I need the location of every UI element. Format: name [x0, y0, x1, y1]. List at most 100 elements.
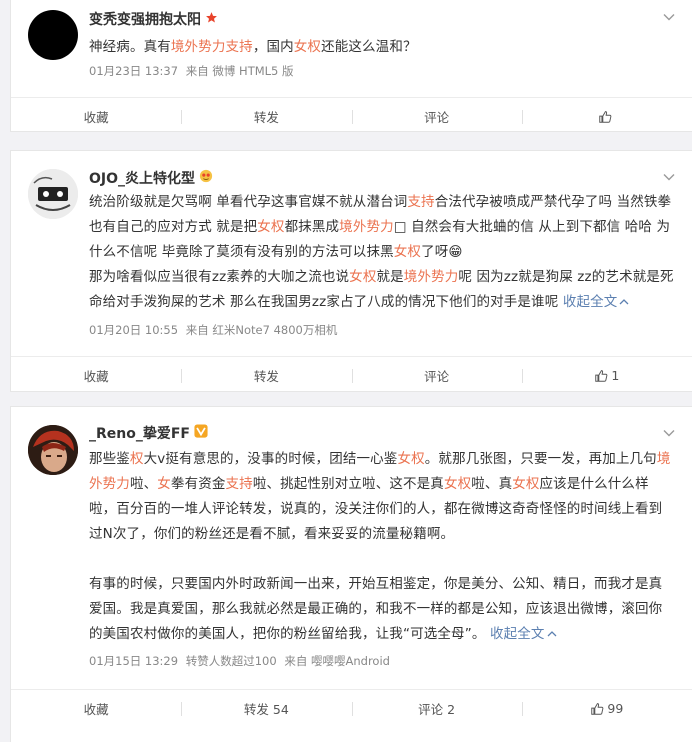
collapse-label: 收起全文 [489, 626, 545, 642]
favorite-button[interactable]: 收藏 [11, 98, 181, 135]
text-segment: ，国内 [252, 39, 294, 55]
favorite-label: 收藏 [83, 369, 109, 384]
comment-label: 评论 [424, 369, 450, 384]
text-segment: 那为啥看似应当很有zz素养的大咖之流也说 [89, 269, 350, 285]
comment-text: 神经病。真有境外势力支持，国内女权还能这么温和？ [89, 35, 675, 60]
highlighted-keyword[interactable]: 女权 [397, 451, 424, 467]
avatar-image [28, 169, 78, 219]
action-bar: 收藏 转发 评论 [11, 97, 692, 135]
thumbs-up-icon [599, 110, 612, 123]
comment-paragraph: 那为啥看似应当很有zz素养的大咖之流也说女权就是境外势力呢 因为zz就是狗屎 z… [89, 265, 675, 315]
highlighted-keyword[interactable]: 女 [157, 476, 171, 492]
avatar[interactable] [28, 10, 78, 60]
action-bar: 收藏 转发 54 评论 2 99 [11, 689, 692, 727]
text-segment: 有事的时候，只要国内外时政新闻一出来，开始互相鉴定，你是美分、公知、精日，而我才… [89, 576, 663, 642]
source-label: 来自 微博 HTML5 版 [185, 64, 294, 78]
like-button[interactable]: 99 [521, 690, 692, 727]
star-icon [205, 11, 218, 28]
highlighted-keyword[interactable]: 女权 [444, 476, 471, 492]
like-button[interactable]: 1 [521, 357, 692, 394]
like-button[interactable] [521, 98, 692, 135]
highlighted-keyword[interactable]: 境外势力支持 [171, 39, 253, 55]
highlighted-keyword[interactable]: 女权 [512, 476, 539, 492]
favorite-label: 收藏 [83, 702, 109, 717]
comment-text: 统治阶级就是欠骂啊 单看代孕这事官媒不就从潜台词支持合法代孕被喷成严禁代孕了吗 … [89, 190, 675, 315]
text-segment: 那些鉴 [89, 451, 130, 467]
highlighted-keyword[interactable]: 境外势力 [339, 219, 394, 235]
highlighted-keyword[interactable]: 女权 [294, 39, 321, 55]
comment-paragraph: 统治阶级就是欠骂啊 单看代孕这事官媒不就从潜台词支持合法代孕被喷成严禁代孕了吗 … [89, 190, 675, 265]
action-bar: 收藏 转发 评论 1 [11, 356, 692, 394]
comment-paragraph: 有事的时候，只要国内外时政新闻一出来，开始互相鉴定，你是美分、公知、精日，而我才… [89, 572, 675, 647]
text-segment: 啦、挑起性别对立啦、这不是真 [252, 476, 444, 492]
text-segment: 就是 [376, 269, 404, 285]
comment-button[interactable]: 评论 2 [351, 690, 522, 727]
highlighted-keyword[interactable]: 女权 [257, 219, 284, 235]
thumbs-up-icon [591, 702, 604, 715]
text-segment: 啦、 [129, 476, 158, 492]
highlighted-keyword[interactable]: 女权 [349, 269, 376, 285]
username[interactable]: OJO_炎上特化型 [89, 168, 195, 188]
avatar[interactable] [28, 169, 78, 219]
text-segment: 了呀😁 [421, 244, 463, 260]
source-label: 来自 嘤嘤嘤Android [284, 654, 390, 668]
comment-button[interactable]: 评论 [351, 98, 522, 135]
highlighted-keyword[interactable]: 权 [130, 451, 144, 467]
chevron-down-icon[interactable] [662, 170, 676, 184]
favorite-button[interactable]: 收藏 [11, 690, 181, 727]
username-row: OJO_炎上特化型 [89, 168, 213, 188]
repost-label: 转发 [253, 110, 279, 125]
chevron-down-icon[interactable] [662, 426, 676, 440]
comment-meta: 01月15日 13:29 转赞人数超过100 来自 嘤嘤嘤Android [89, 653, 394, 669]
username[interactable]: 变秃变强拥抱太阳 [89, 9, 201, 29]
comment-text-segment: 有事的时候，只要国内外时政新闻一出来，开始互相鉴定，你是美分、公知、精日，而我才… [89, 576, 662, 642]
comment-button[interactable]: 评论 [351, 357, 522, 394]
comment-paragraph: 神经病。真有境外势力支持，国内女权还能这么温和？ [89, 35, 675, 60]
chevron-up-icon [547, 631, 557, 637]
comment-meta: 01月20日 10:55 来自 红米Note7 4800万相机 [89, 322, 341, 338]
highlighted-keyword[interactable]: 支持 [407, 194, 434, 210]
timestamp: 01月15日 13:29 [89, 654, 179, 668]
chevron-up-icon [619, 299, 629, 305]
username-row: _Reno_挚爱FF [89, 423, 208, 443]
comment-card: 变秃变强拥抱太阳 神经病。真有境外势力支持，国内女权还能这么温和？ 01月23日… [10, 0, 692, 132]
text-segment: 大v挺有意思的，没事的时候，团结一心鉴 [143, 451, 398, 467]
collapse-label: 收起全文 [562, 294, 618, 310]
text-segment: 还能这么温和？ [321, 39, 417, 55]
repost-button[interactable]: 转发 [181, 98, 351, 135]
verified-v-icon [194, 424, 208, 442]
chevron-down-icon[interactable] [662, 10, 676, 24]
text-segment: 都抹黑成 [284, 219, 340, 235]
comment-meta: 01月23日 13:37 来自 微博 HTML5 版 [89, 63, 298, 79]
avatar-image [28, 425, 78, 475]
username[interactable]: _Reno_挚爱FF [89, 423, 190, 443]
emoji-badge-icon [199, 169, 213, 187]
highlighted-keyword[interactable]: 女权 [394, 244, 421, 260]
repost-button[interactable]: 转发 [181, 357, 351, 394]
comment-card: _Reno_挚爱FF 那些鉴权大v挺有意思的，没事的时候，团结一心鉴女权。就那几… [10, 406, 692, 742]
highlighted-keyword[interactable]: 境外势力 [404, 269, 459, 285]
comment-paragraph: 那些鉴权大v挺有意思的，没事的时候，团结一心鉴女权。就那几张图，只要一发，再加上… [89, 447, 675, 547]
timestamp: 01月20日 10:55 [89, 323, 179, 337]
favorite-label: 收藏 [83, 110, 109, 125]
comment-text: 那些鉴权大v挺有意思的，没事的时候，团结一心鉴女权。就那几张图，只要一发，再加上… [89, 447, 675, 647]
collapse-link[interactable]: 收起全文 [563, 294, 630, 310]
repost-label: 转发 [253, 369, 279, 384]
repost-button[interactable]: 转发 54 [181, 690, 351, 727]
favorite-button[interactable]: 收藏 [11, 357, 181, 394]
text-segment: 啦、真 [471, 476, 513, 492]
text-segment: 神经病。真有 [89, 39, 171, 55]
comment-card: OJO_炎上特化型 统治阶级就是欠骂啊 单看代孕这事官媒不就从潜台词支持合法代孕… [10, 150, 692, 392]
collapse-link[interactable]: 收起全文 [490, 626, 557, 642]
like-count: 99 [607, 701, 624, 716]
thumbs-up-icon [595, 369, 608, 382]
paragraph-spacer [89, 547, 675, 572]
like-count: 1 [611, 368, 620, 383]
highlighted-keyword[interactable]: 支持 [226, 476, 253, 492]
comment-label: 评论 2 [418, 702, 456, 717]
avatar[interactable] [28, 425, 78, 475]
username-row: 变秃变强拥抱太阳 [89, 9, 218, 29]
repost-count-note: 转赞人数超过100 [185, 654, 277, 668]
text-segment: 拳有资金 [170, 476, 226, 492]
repost-label: 转发 54 [243, 702, 289, 717]
